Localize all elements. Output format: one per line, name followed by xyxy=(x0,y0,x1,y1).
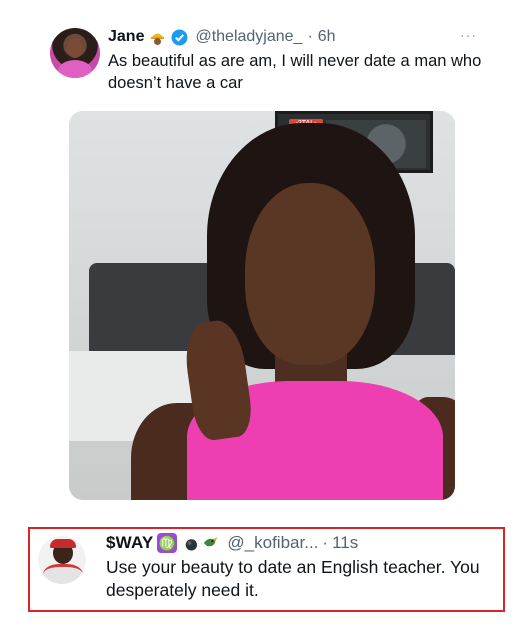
tweet-photo[interactable]: -2TAL- xyxy=(69,111,455,500)
construction-worker-emoji-icon xyxy=(149,29,166,46)
reply-header: $WAY ♍ @_kofibar... · 11s xyxy=(106,532,358,554)
tweet-header: Jane @theladyjane_ · 6h xyxy=(108,27,336,47)
separator-dot: · xyxy=(307,28,313,45)
verified-badge-icon xyxy=(171,29,188,46)
reply-separator-dot: · xyxy=(322,533,329,552)
highlighted-reply: $WAY ♍ @_kofibar... · 11s Use your beaut… xyxy=(28,527,505,612)
reply-author-name[interactable]: $WAY xyxy=(106,533,153,553)
more-options-icon[interactable]: ··· xyxy=(460,28,477,42)
reply-author-handle[interactable]: @_kofibar... xyxy=(227,533,318,553)
reply-text: Use your beauty to date an English teach… xyxy=(106,557,480,600)
original-tweet: Jane @theladyjane_ · 6h ··· As beautiful… xyxy=(0,0,523,510)
author-name[interactable]: Jane xyxy=(108,28,144,46)
author-handle[interactable]: @theladyjane_ xyxy=(195,28,302,46)
avatar[interactable] xyxy=(50,28,100,78)
comet-emoji-icon xyxy=(181,535,198,552)
tweet-text: As beautiful as are am, I will never dat… xyxy=(108,52,482,92)
virgo-zodiac-icon: ♍ xyxy=(157,533,178,553)
reply-avatar[interactable] xyxy=(38,536,86,584)
ghana-flag-bird-icon xyxy=(202,535,219,552)
timestamp[interactable]: 6h xyxy=(318,28,336,46)
reply-timestamp[interactable]: 11s xyxy=(332,533,358,553)
